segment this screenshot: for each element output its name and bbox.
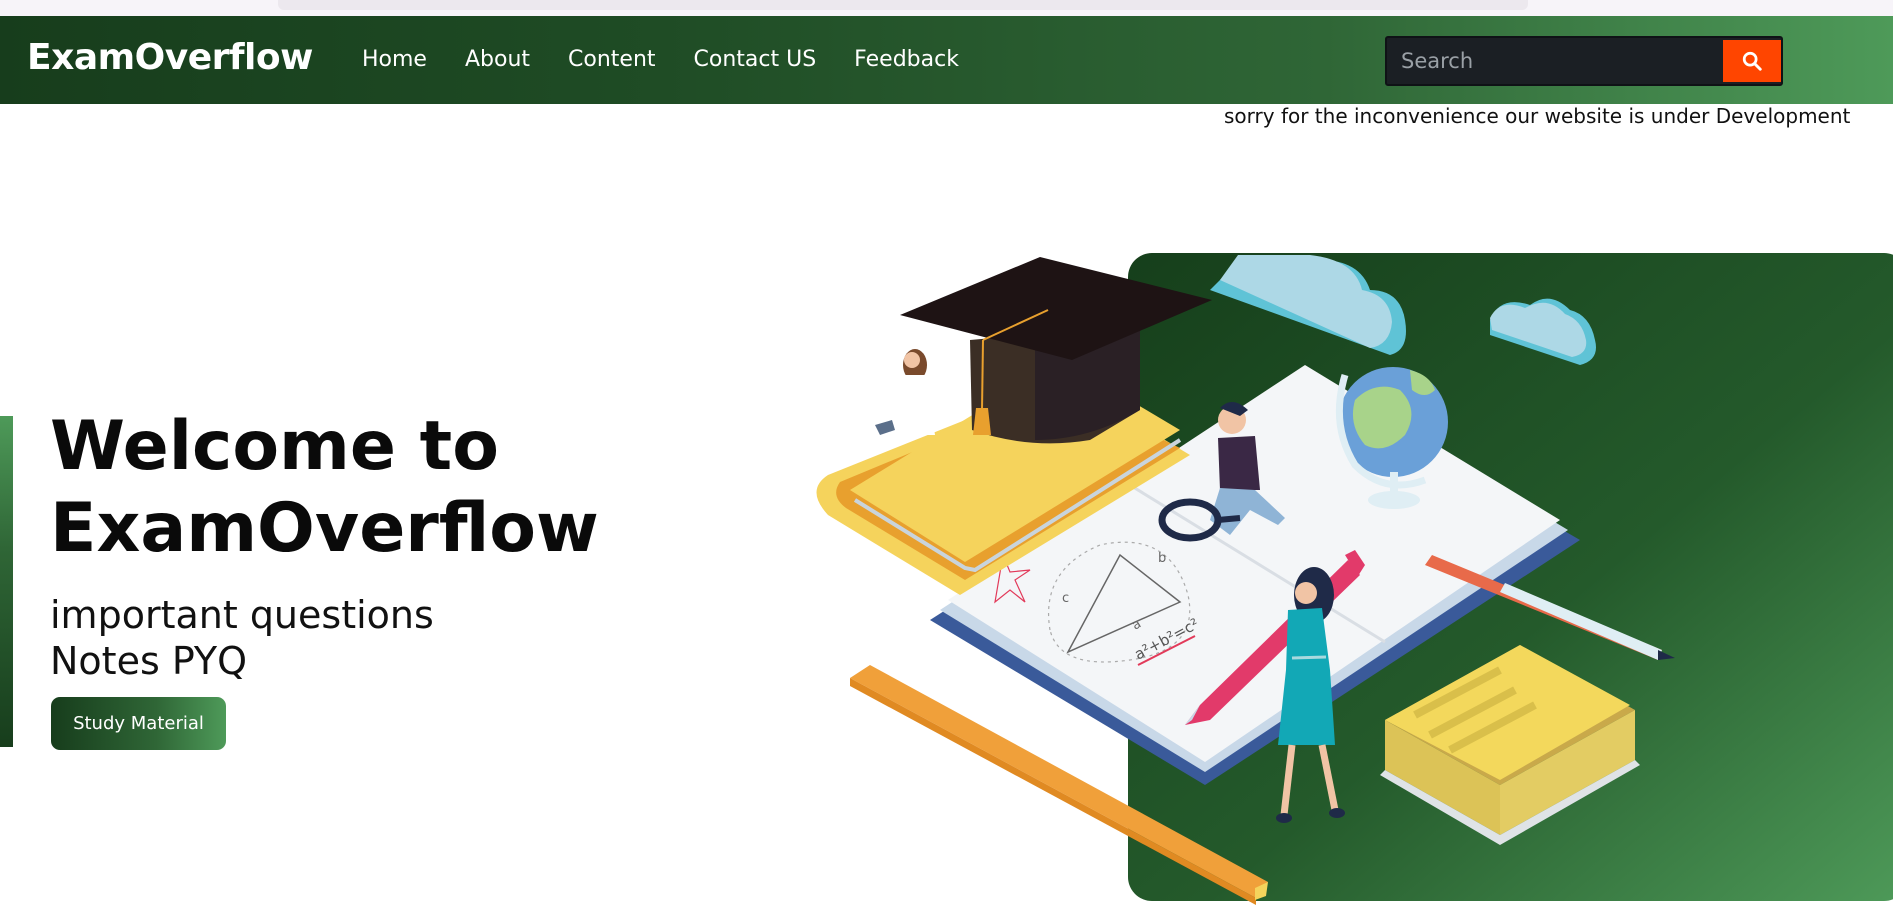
nav-link-about[interactable]: About bbox=[465, 47, 530, 72]
nav-link-home[interactable]: Home bbox=[362, 47, 427, 72]
development-notice: sorry for the inconvenience our website … bbox=[1224, 104, 1851, 128]
search-input[interactable] bbox=[1387, 38, 1721, 84]
hero-subtitle-line1: important questions bbox=[50, 593, 434, 637]
brand-logo[interactable]: ExamOverflow bbox=[27, 37, 313, 78]
hero-title: Welcome to ExamOverflow bbox=[50, 406, 670, 570]
nav-links: Home About Content Contact US Feedback bbox=[362, 47, 959, 72]
hero-title-line2: ExamOverflow bbox=[50, 489, 599, 568]
hero-title-line1: Welcome to bbox=[50, 407, 499, 486]
hero-accent-bar bbox=[0, 416, 13, 747]
browser-top-bar bbox=[278, 0, 1528, 10]
top-navbar: ExamOverflow Home About Content Contact … bbox=[0, 16, 1893, 104]
nav-link-contact[interactable]: Contact US bbox=[694, 47, 817, 72]
browser-top-strip bbox=[0, 0, 1893, 16]
triangle-label-b: b bbox=[1158, 551, 1166, 566]
search-box bbox=[1385, 36, 1783, 86]
nav-link-content[interactable]: Content bbox=[568, 47, 656, 72]
triangle-label-c: c bbox=[1062, 591, 1069, 606]
hero-illustration: a b c a²+b²=c² bbox=[816, 253, 1893, 905]
hero-subtitle-line2: Notes PYQ bbox=[50, 639, 248, 683]
search-button[interactable] bbox=[1723, 40, 1781, 82]
nav-link-feedback[interactable]: Feedback bbox=[854, 47, 959, 72]
student-sitting-figure bbox=[875, 349, 935, 435]
search-icon bbox=[1742, 51, 1762, 71]
hero-subtitle: important questions Notes PYQ bbox=[50, 592, 434, 684]
study-material-button[interactable]: Study Material bbox=[51, 697, 226, 750]
